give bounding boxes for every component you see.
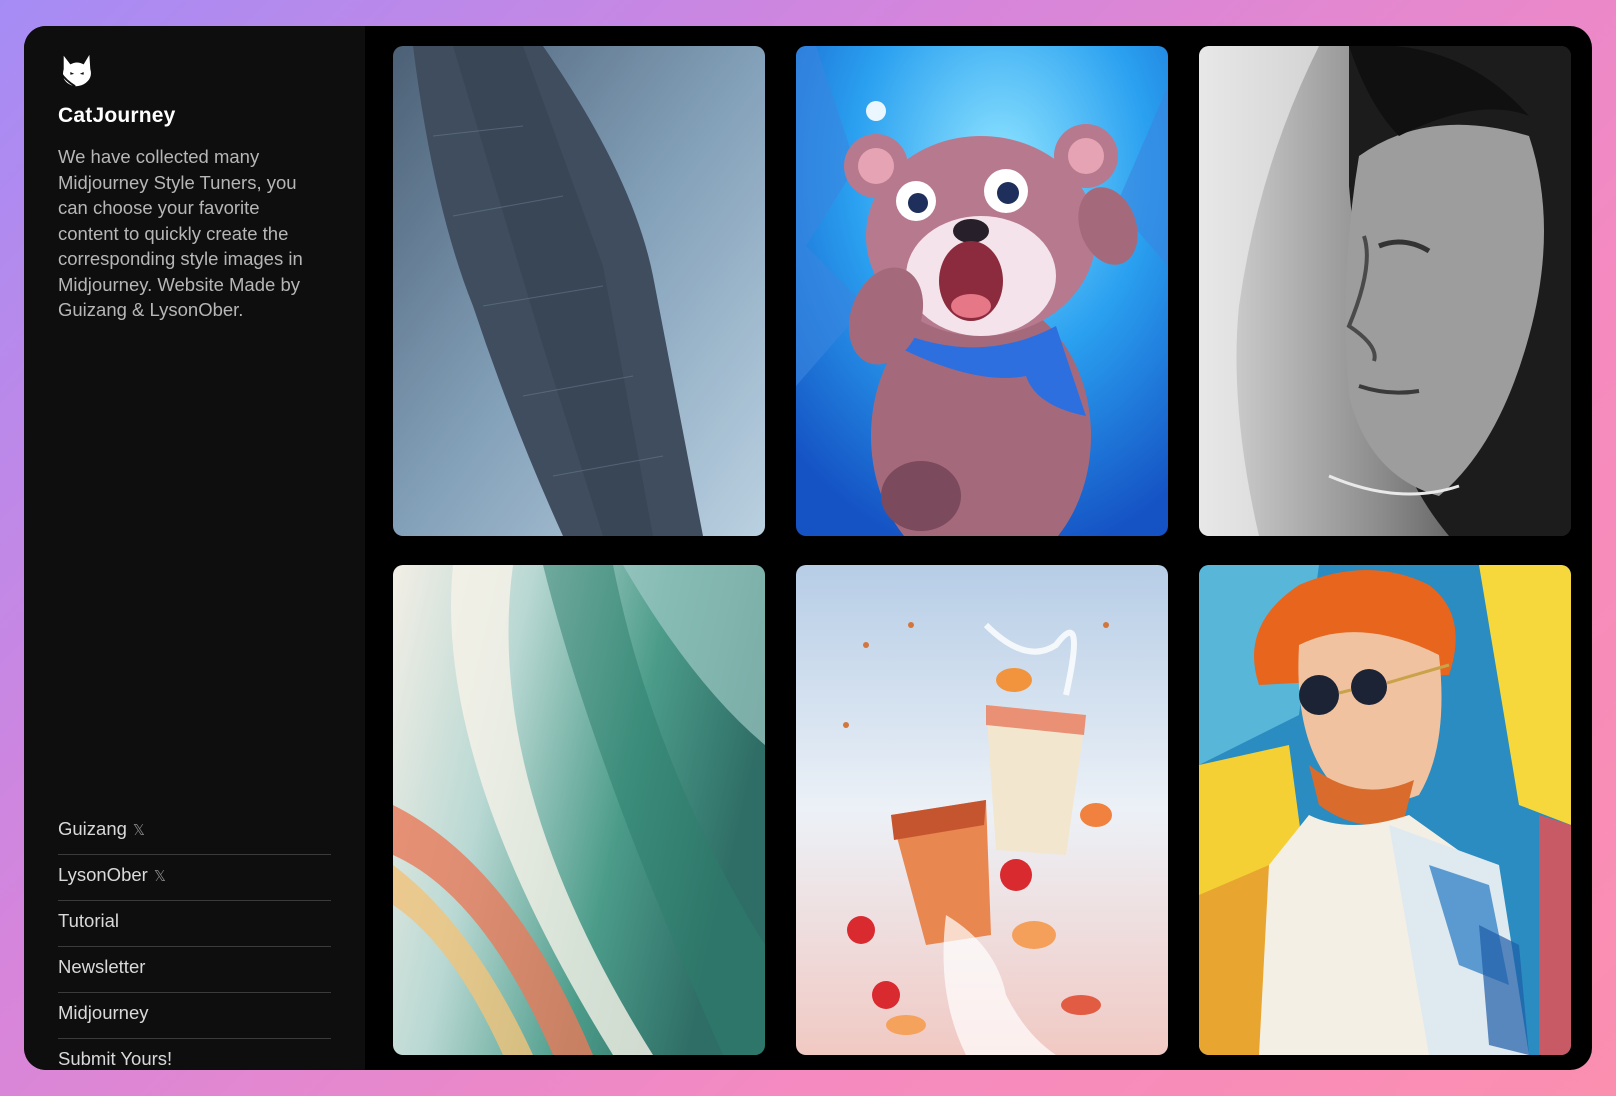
link-lysonober[interactable]: LysonOber 𝕏 <box>58 855 331 901</box>
cat-logo-icon <box>60 54 91 88</box>
megastructure-image <box>393 46 765 536</box>
link-midjourney[interactable]: Midjourney <box>58 993 331 1039</box>
x-icon: 𝕏 <box>132 822 145 839</box>
link-label: Newsletter <box>58 956 146 977</box>
style-gallery <box>365 26 1592 1070</box>
peach-drink-image <box>796 565 1168 1055</box>
link-label: Submit Yours! <box>58 1048 173 1069</box>
abstract-swirl-image <box>393 565 765 1055</box>
gallery-card-peach-drink[interactable] <box>796 565 1168 1055</box>
sidebar: CatJourney We have collected many Midjou… <box>24 26 365 1070</box>
sidebar-links: Guizang 𝕏 LysonOber 𝕏 Tutorial Newsletter … <box>58 809 331 1070</box>
link-label: Tutorial <box>58 910 120 931</box>
gallery-card-abstract-swirl[interactable] <box>393 565 765 1055</box>
bw-portrait-image <box>1199 46 1571 536</box>
link-submit-yours[interactable]: Submit Yours! <box>58 1039 331 1070</box>
gallery-grid <box>393 46 1572 1055</box>
redhead-portrait-image <box>1199 565 1571 1055</box>
gallery-card-bw-portrait[interactable] <box>1199 46 1571 536</box>
site-description: We have collected many Midjourney Style … <box>58 146 303 320</box>
app-frame: CatJourney We have collected many Midjou… <box>24 26 1592 1070</box>
link-label: LysonOber <box>58 864 148 885</box>
gallery-card-cartoon-bear[interactable] <box>796 46 1168 536</box>
link-tutorial[interactable]: Tutorial <box>58 901 331 947</box>
brand-title: CatJourney <box>58 104 176 127</box>
cartoon-bear-image <box>796 46 1168 536</box>
x-icon: 𝕏 <box>153 868 166 885</box>
link-newsletter[interactable]: Newsletter <box>58 947 331 993</box>
link-label: Midjourney <box>58 1002 149 1023</box>
gallery-card-redhead-portrait[interactable] <box>1199 565 1571 1055</box>
gallery-card-megastructure[interactable] <box>393 46 765 536</box>
link-label: Guizang <box>58 818 127 839</box>
link-guizang[interactable]: Guizang 𝕏 <box>58 809 331 855</box>
